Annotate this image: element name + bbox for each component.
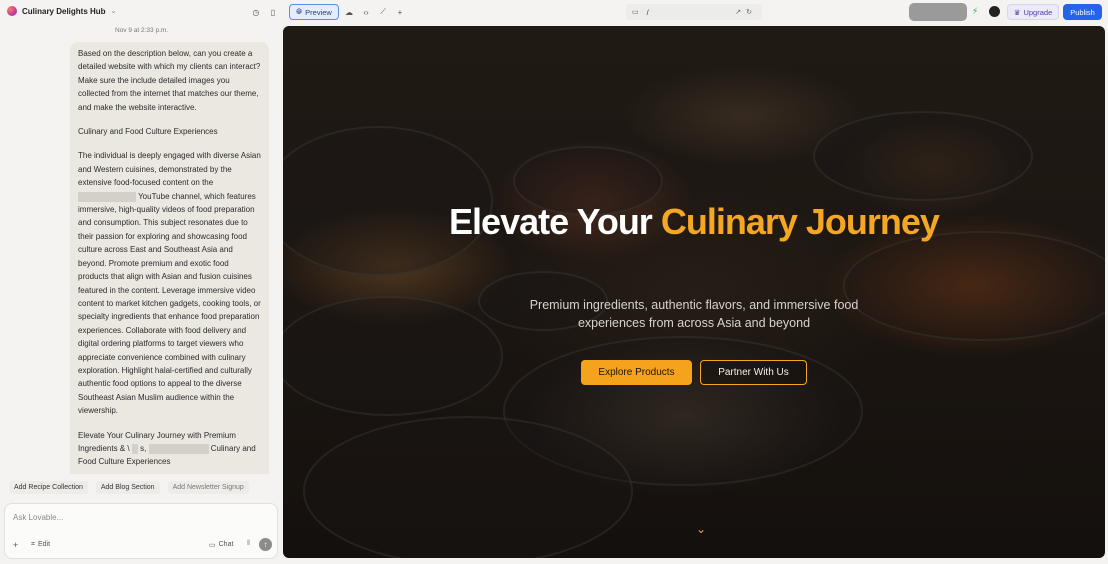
app-window: Culinary Delights Hub ⌄ ◷ ▯ 🌐︎ Preview ☁… [0,0,1108,564]
hero-title: Elevate Your Culinary Journey [283,201,1105,242]
chat-input-box[interactable]: Ask Lovable... + ⌗ Edit ▭ Chat ⫴ ↑ [4,503,278,559]
food-plate-image [813,111,1033,201]
message-text: s, [140,443,147,453]
chat-toggle[interactable]: ▭ Chat [209,541,233,549]
message-text: YouTube channel, which features immersiv… [78,191,261,416]
chart-icon[interactable]: ⟋ [377,6,389,18]
hero-title-white: Elevate Your [449,201,653,242]
message-paragraph: Culinary and Food Culture Experiences [78,127,218,137]
cloud-icon[interactable]: ☁︎ [343,6,355,18]
chat-input-placeholder[interactable]: Ask Lovable... [13,513,63,522]
github-icon[interactable] [989,6,1000,17]
code-icon[interactable]: ‹› [360,6,372,18]
message-paragraph: The individual is deeply engaged with di… [78,149,261,417]
food-plate-image [843,231,1105,341]
send-icon[interactable]: ↑ [259,538,272,551]
partner-with-us-button[interactable]: Partner With Us [700,360,807,385]
message-paragraph: Elevate Your Culinary Journey with Premi… [78,429,261,469]
upgrade-label: Upgrade [1023,7,1053,17]
url-actions: ↗↻ [735,8,757,16]
edit-label: Edit [37,541,51,548]
device-icon[interactable]: ▭ [632,8,639,16]
lovable-logo-icon [7,6,17,16]
message-text: The individual is deeply engaged with di… [78,151,261,188]
sidebar-toggle-icon[interactable]: ▯ [267,6,279,18]
suggestion-add-recipe-collection[interactable]: Add Recipe Collection [9,481,88,494]
hero-subtitle: Premium ingredients, authentic flavors, … [529,298,859,330]
chat-label: Chat [218,541,234,548]
project-switcher[interactable]: Culinary Delights Hub ⌄ [7,6,116,16]
redacted-text [131,443,138,454]
url-path: / [646,7,649,17]
attach-plus-icon[interactable]: + [13,540,18,550]
plus-icon[interactable]: + [394,6,406,18]
external-link-icon[interactable]: ↗ [735,9,746,16]
chevron-down-icon: ⌄ [110,8,117,15]
redacted-text [148,443,209,454]
history-icon[interactable]: ◷ [250,6,262,18]
redacted-user-pill[interactable] [909,3,967,21]
redacted-channel-name [78,191,136,202]
globe-icon: 🌐︎ [296,7,303,16]
edit-toggle[interactable]: ⌗ Edit [31,541,50,549]
hero-title-accent: Culinary Journey [660,201,940,242]
upgrade-button[interactable]: ♛ Upgrade [1007,4,1059,20]
crown-icon: ♛ [1013,7,1021,17]
chat-panel: Nov 9 at 2:33 p.m. Based on the descript… [0,25,283,564]
chat-bubble-icon: ▭ [209,542,216,549]
suggestion-add-newsletter-signup[interactable]: Add Newsletter Signup [167,481,249,494]
food-plate-image [283,296,503,416]
preview-button[interactable]: 🌐︎ Preview [289,4,339,20]
site-preview: Elevate Your Culinary Journey Premium in… [283,26,1105,558]
project-name: Culinary Delights Hub [22,6,106,16]
url-bar[interactable]: ▭ / ↗↻ [626,4,762,20]
message-text: Culinary [210,443,241,453]
chevron-down-icon[interactable]: ⌄ [696,522,706,536]
message-paragraph: Based on the description below, can you … [78,49,261,112]
food-plate-image [303,416,633,558]
publish-button[interactable]: Publish [1063,4,1102,20]
top-bar: Culinary Delights Hub ⌄ ◷ ▯ 🌐︎ Preview ☁… [0,0,1108,25]
edit-icon: ⌗ [31,541,35,548]
suggestion-chips: Add Recipe Collection Add Blog Section A… [9,481,249,494]
message-timestamp: Nov 9 at 2:33 p.m. [115,27,169,34]
explore-products-button[interactable]: Explore Products [581,360,692,385]
voice-icon[interactable]: ⫴ [247,540,250,548]
bolt-icon[interactable]: ⚡︎ [972,6,978,17]
user-message-bubble: Based on the description below, can you … [70,42,269,474]
preview-label: Preview [305,7,332,17]
refresh-icon[interactable]: ↻ [746,9,757,16]
suggestion-add-blog-section[interactable]: Add Blog Section [95,481,160,494]
